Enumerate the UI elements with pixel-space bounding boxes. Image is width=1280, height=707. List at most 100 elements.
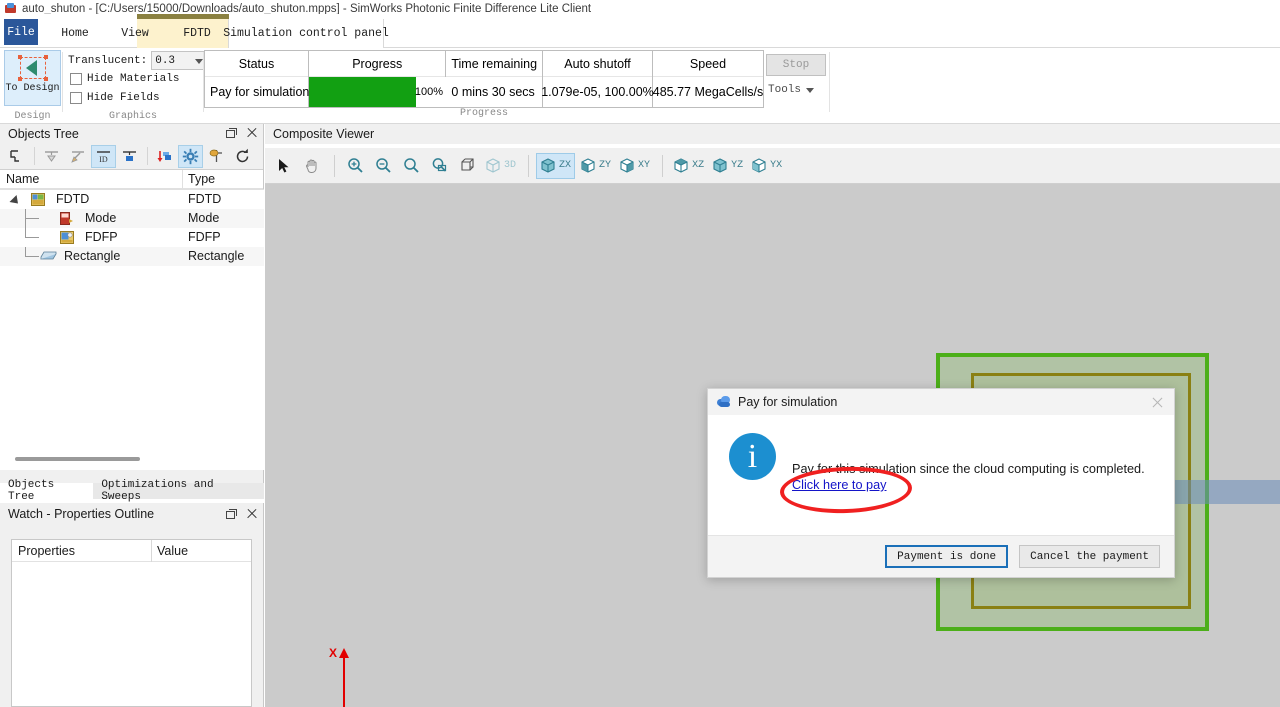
to-design-icon (17, 55, 48, 81)
ribbon-separator (62, 52, 63, 112)
composite-viewer-toolbar: 3D ZX ZY XY XZ YZ YX (265, 148, 1280, 184)
toolbar-separator (147, 147, 148, 165)
close-panel-icon[interactable] (246, 508, 258, 520)
ribbon-separator (829, 52, 830, 112)
click-here-to-pay-link[interactable]: Click here to pay (792, 478, 887, 492)
toolbar-separator (662, 154, 664, 177)
zoom-icon[interactable] (398, 153, 424, 179)
tab-file[interactable]: File (4, 19, 38, 45)
show-object-icon[interactable] (117, 145, 142, 168)
view-3d-icon[interactable]: 3D (482, 153, 519, 179)
translucent-combo[interactable]: 0.3 (151, 51, 209, 70)
ribbon-group-design-label: Design (14, 111, 51, 122)
translucent-label: Translucent: (68, 54, 148, 67)
zoom-box-icon[interactable] (426, 153, 452, 179)
chevron-down-icon (806, 87, 815, 93)
view-xz-icon[interactable]: XZ (670, 153, 707, 179)
hide-fields-row[interactable]: Hide Fields (70, 92, 160, 104)
float-panel-icon[interactable] (225, 508, 237, 520)
tree-item-type: FDTD (188, 192, 222, 206)
column-header-type: Type (188, 172, 216, 186)
close-panel-icon[interactable] (246, 127, 258, 139)
mesh-order-icon[interactable] (204, 145, 229, 168)
tree-item-type: Rectangle (188, 249, 245, 263)
app-icon (4, 3, 18, 14)
move-down-icon[interactable] (152, 145, 177, 168)
to-design-button[interactable]: To Design (4, 50, 61, 106)
table-row[interactable]: Mode Mode (0, 209, 264, 228)
status-header: Status (205, 51, 308, 77)
progress-header: Progress (309, 51, 446, 77)
tree-item-name: FDFP (85, 230, 118, 244)
collapse-tree-icon[interactable] (4, 145, 29, 168)
table-row[interactable]: Rectangle Rectangle (0, 247, 264, 266)
objects-tree-body: FDTD FDTD Mode Mode FDFP FDFP Rectangle … (0, 189, 264, 470)
stop-button[interactable]: Stop (766, 54, 826, 76)
table-row[interactable]: FDFP FDFP (0, 228, 264, 247)
tab-simulation-control-panel[interactable]: Simulation control panel (223, 14, 389, 48)
cancel-the-payment-button[interactable]: Cancel the payment (1019, 545, 1160, 568)
to-design-label: To Design (5, 83, 60, 94)
dialog-footer: Payment is done Cancel the payment (708, 535, 1174, 577)
view-zx-icon[interactable]: ZX (536, 152, 576, 179)
watch-panel-header: Watch - Properties Outline (0, 503, 263, 525)
dialog-body: i Pay for this simulation since the clou… (708, 415, 1174, 537)
watch-properties-outline-panel: Watch - Properties Outline Properties Va… (0, 503, 264, 707)
progress-track: 100% (309, 77, 446, 107)
cloud-icon (716, 395, 732, 409)
tab-fdtd[interactable]: FDTD (170, 19, 224, 48)
view-xy-label: XY (638, 160, 651, 171)
translucent-row: Translucent: 0.3 (68, 51, 209, 70)
rectangle-icon (40, 250, 60, 263)
time-remaining-column: Time remaining 0 mins 30 secs (446, 51, 543, 107)
window-title: auto_shuton - [C:/Users/15000/Downloads/… (22, 3, 592, 14)
fit-extent-icon[interactable] (454, 153, 480, 179)
left-dock-tabs: Objects Tree Optimizations and Sweeps (0, 479, 264, 503)
dock-tab-optimizations-and-sweeps[interactable]: Optimizations and Sweeps (93, 479, 264, 503)
hide-materials-checkbox[interactable] (70, 73, 82, 85)
tree-item-name: Mode (85, 211, 117, 225)
axis-x-label: X (329, 646, 338, 660)
view-yx-icon[interactable]: YX (748, 153, 785, 179)
tools-button[interactable]: Tools (768, 81, 824, 99)
info-icon: i (729, 433, 776, 480)
tree-item-name: FDTD (56, 192, 90, 206)
toolbar-separator (34, 147, 35, 165)
payment-is-done-button[interactable]: Payment is done (885, 545, 1009, 568)
auto-shutoff-column: Auto shutoff 1.079e-05, 100.00% (541, 51, 654, 107)
view-zy-icon[interactable]: ZY (577, 153, 614, 179)
zoom-in-icon[interactable] (342, 153, 368, 179)
hide-fields-checkbox[interactable] (70, 92, 82, 104)
mode-source-icon (60, 212, 74, 225)
tab-view[interactable]: View (112, 19, 158, 48)
view-yz-icon[interactable]: YZ (709, 153, 746, 179)
view-zy-label: ZY (599, 160, 612, 171)
zoom-out-icon[interactable] (370, 153, 396, 179)
view-yz-label: YZ (731, 160, 744, 171)
refresh-icon[interactable] (230, 145, 255, 168)
settings-gear-icon[interactable] (178, 144, 203, 168)
close-icon[interactable] (1151, 396, 1164, 409)
dock-tab-objects-tree[interactable]: Objects Tree (0, 479, 94, 503)
hide-object-icon[interactable] (39, 145, 64, 168)
select-arrow-icon[interactable] (271, 153, 297, 179)
float-panel-icon[interactable] (225, 127, 237, 139)
ribbon-tab-strip: File Home View FDTD Simulation control p… (0, 14, 1280, 48)
objects-tree-horizontal-scrollbar[interactable] (1, 454, 262, 465)
scrollbar-thumb[interactable] (15, 457, 140, 461)
show-id-icon[interactable]: ID (91, 144, 116, 168)
pin-object-icon[interactable] (65, 145, 90, 168)
tab-home[interactable]: Home (52, 19, 98, 48)
view-xz-label: XZ (692, 160, 705, 171)
objects-tree-title: Objects Tree (8, 126, 79, 141)
hide-materials-row[interactable]: Hide Materials (70, 73, 179, 85)
expand-collapse-icon[interactable] (9, 194, 22, 208)
speed-column: Speed 485.77 MegaCells/s (653, 51, 763, 107)
table-row[interactable]: FDTD FDTD (0, 190, 264, 209)
tools-label: Tools (768, 84, 802, 96)
status-column: Status Pay for simulation (205, 51, 309, 107)
tree-item-name: Rectangle (64, 249, 121, 263)
pan-hand-icon[interactable] (299, 153, 325, 179)
view-xy-icon[interactable]: XY (616, 153, 653, 179)
dialog-message: Pay for this simulation since the cloud … (792, 462, 1145, 476)
